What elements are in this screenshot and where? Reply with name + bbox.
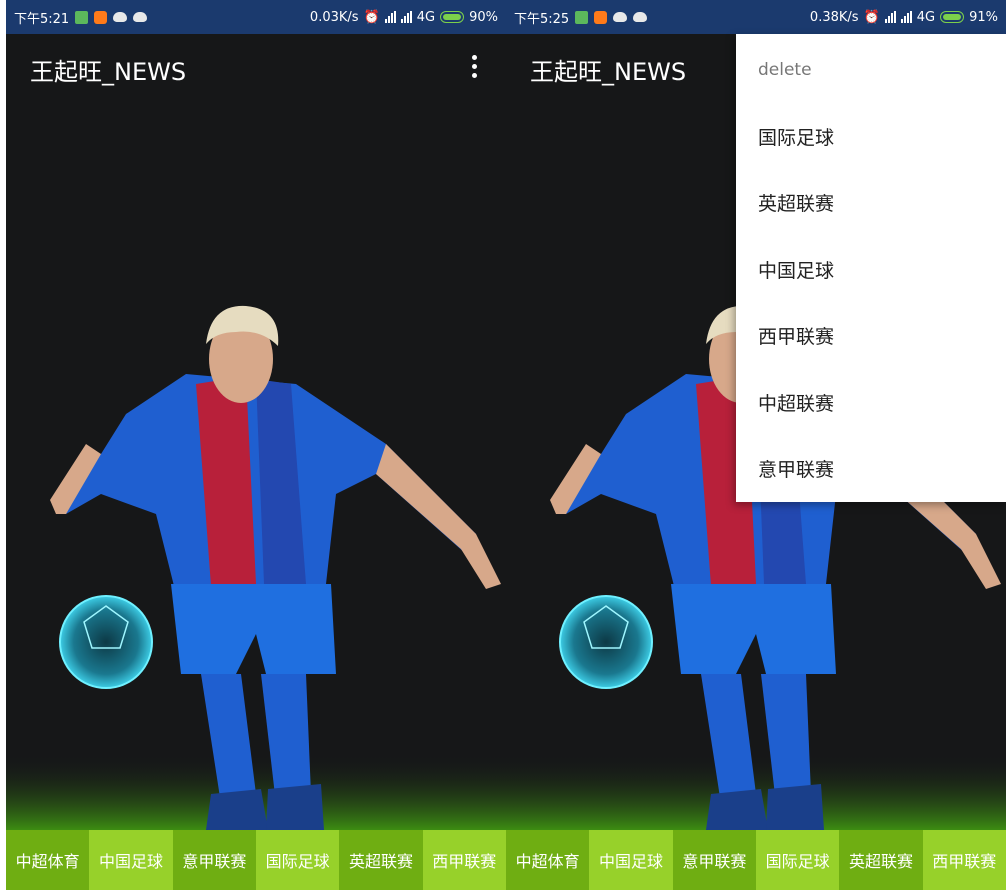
alarm-off-icon: ⏰ bbox=[863, 9, 880, 25]
tab-item[interactable]: 国际足球 bbox=[755, 830, 840, 890]
menu-item[interactable]: 国际足球 bbox=[758, 123, 834, 150]
notification-cat-icon bbox=[613, 12, 628, 22]
notification-app-icon bbox=[75, 10, 89, 24]
tab-item[interactable]: 西甲联赛 bbox=[422, 830, 506, 890]
notification-cat-icon bbox=[113, 12, 128, 22]
tab-item[interactable]: 中超体育 bbox=[6, 830, 90, 890]
alarm-off-icon: ⏰ bbox=[363, 9, 380, 25]
battery-charging-icon bbox=[940, 11, 965, 23]
screenshot-stage: 下午5:21 0.03K/s ⏰ 4G 90% 王起旺_NEWS 中超体育 中国… bbox=[0, 0, 1006, 890]
overflow-menu-icon[interactable] bbox=[464, 51, 484, 81]
notification-cat-icon bbox=[633, 12, 648, 22]
network-speed: 0.03K/s bbox=[309, 9, 359, 25]
app-toolbar: 王起旺_NEWS bbox=[6, 34, 506, 114]
phone-screen-left: 下午5:21 0.03K/s ⏰ 4G 90% 王起旺_NEWS 中超体育 中国… bbox=[6, 0, 506, 890]
tab-item[interactable]: 意甲联赛 bbox=[672, 830, 756, 890]
signal-bars-icon bbox=[884, 11, 896, 23]
bottom-tab-bar: 中超体育 中国足球 意甲联赛 国际足球 英超联赛 西甲联赛 bbox=[506, 830, 1006, 890]
app-title: 王起旺_NEWS bbox=[30, 57, 187, 86]
menu-item[interactable]: 中国足球 bbox=[758, 256, 834, 283]
menu-item[interactable]: 西甲联赛 bbox=[758, 322, 834, 349]
network-speed: 0.38K/s bbox=[809, 9, 859, 25]
notification-app-icon bbox=[594, 10, 608, 24]
battery-charging-icon bbox=[440, 11, 465, 23]
status-bar: 下午5:25 0.38K/s ⏰ 4G 91% bbox=[506, 0, 1006, 34]
tab-item[interactable]: 中国足球 bbox=[589, 830, 673, 890]
battery-percent: 91% bbox=[969, 9, 998, 25]
phone-screen-right: 下午5:25 0.38K/s ⏰ 4G 91% 王起旺_NEWS 中超体育 中国… bbox=[506, 0, 1006, 890]
tab-item[interactable]: 英超联赛 bbox=[839, 830, 923, 890]
status-time: 下午5:21 bbox=[14, 11, 70, 27]
network-type: 4G bbox=[416, 9, 436, 25]
tab-item[interactable]: 西甲联赛 bbox=[922, 830, 1006, 890]
signal-bars-icon bbox=[384, 11, 396, 23]
notification-app-icon bbox=[94, 10, 108, 24]
notification-app-icon bbox=[575, 10, 589, 24]
menu-item[interactable]: 意甲联赛 bbox=[758, 455, 834, 482]
app-title: 王起旺_NEWS bbox=[530, 57, 687, 86]
tab-item[interactable]: 英超联赛 bbox=[339, 830, 423, 890]
tab-item[interactable]: 中国足球 bbox=[89, 830, 173, 890]
tab-item[interactable]: 意甲联赛 bbox=[172, 830, 256, 890]
bottom-tab-bar: 中超体育 中国足球 意甲联赛 国际足球 英超联赛 西甲联赛 bbox=[6, 830, 506, 890]
menu-item[interactable]: 中超联赛 bbox=[758, 389, 834, 416]
overflow-popup-menu: delete 国际足球 英超联赛 中国足球 西甲联赛 中超联赛 意甲联赛 bbox=[736, 34, 1006, 502]
tab-item[interactable]: 国际足球 bbox=[255, 830, 340, 890]
battery-percent: 90% bbox=[469, 9, 498, 25]
status-time: 下午5:25 bbox=[514, 11, 570, 27]
tab-item[interactable]: 中超体育 bbox=[506, 830, 590, 890]
menu-item[interactable]: 英超联赛 bbox=[758, 189, 834, 216]
status-bar: 下午5:21 0.03K/s ⏰ 4G 90% bbox=[6, 0, 506, 34]
menu-item-delete[interactable]: delete bbox=[758, 60, 812, 80]
hero-football-image bbox=[6, 114, 506, 830]
signal-bars-icon bbox=[900, 11, 912, 23]
network-type: 4G bbox=[916, 9, 936, 25]
signal-bars-icon bbox=[400, 11, 412, 23]
notification-cat-icon bbox=[133, 12, 148, 22]
